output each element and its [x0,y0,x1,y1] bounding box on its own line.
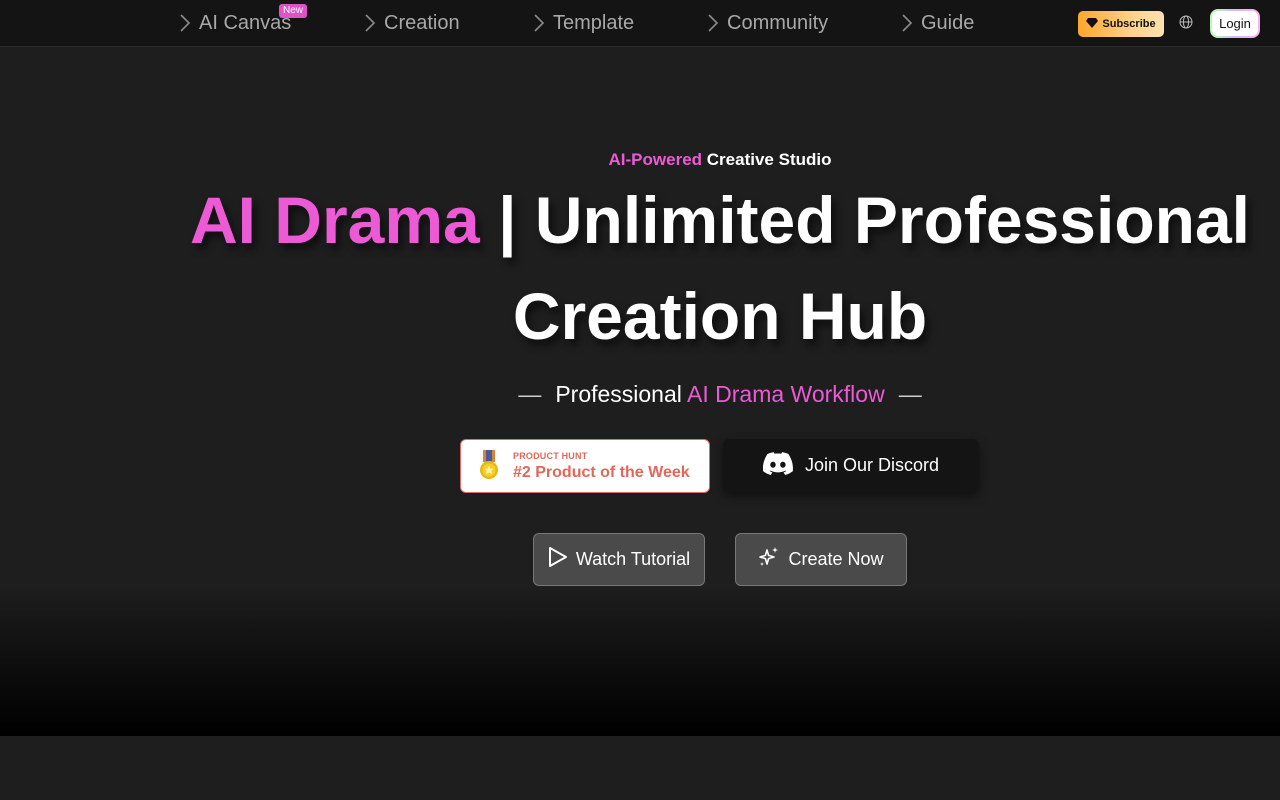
globe-icon [1179,15,1193,34]
product-hunt-label: PRODUCT HUNT [513,450,588,461]
nav-item-label: Community [727,11,829,34]
discord-label: Join Our Discord [804,455,940,475]
hero-tagline: AI-Powered Creative Studio [0,150,1280,170]
chevron-right-icon [364,13,376,33]
nav-item-guide[interactable]: Guide [901,0,974,46]
discord-icon [762,451,793,480]
nav-item-community[interactable]: Community [707,0,828,46]
product-hunt-rank: #2 Product of the Week [513,463,690,481]
nav-item-label: Template [553,11,635,34]
nav-item-template[interactable]: Template [533,0,634,46]
nav-item-label: AI Canvas [199,11,292,34]
subline-prefix: Professional [555,381,682,407]
discord-button[interactable]: Join Our Discord [723,439,979,492]
hero-headline: AI Drama | Unlimited Professional [0,182,1280,258]
subline-highlight: AI Drama Workflow [687,381,885,407]
chevron-right-icon [533,13,545,33]
nav-item-label: Guide [921,11,975,34]
subscribe-label: Subscribe [1102,18,1156,30]
login-button[interactable]: Login [1210,9,1260,38]
top-navigation: AI Canvas New Creation Template Communit… [0,0,1280,47]
tagline-rest: Creative Studio [706,150,832,169]
product-hunt-badge[interactable]: PRODUCT HUNT #2 Product of the Week [460,439,710,493]
nav-item-label: Creation [384,11,460,34]
sparkles-icon [758,546,780,573]
create-now-button[interactable]: Create Now [735,533,907,586]
nav-item-creation[interactable]: Creation [364,0,460,46]
page-footer-area [0,736,1280,800]
diamond-icon [1086,17,1099,31]
chevron-right-icon [179,13,191,33]
hero-headline-line2: Creation Hub [512,279,928,353]
create-now-label: Create Now [788,549,884,569]
nav-item-ai-canvas[interactable]: AI Canvas New [179,0,308,46]
headline-highlight: AI Drama [189,183,480,257]
subscribe-button[interactable]: Subscribe [1078,11,1164,37]
play-icon [548,546,568,573]
watch-tutorial-button[interactable]: Watch Tutorial [533,533,705,586]
chevron-right-icon [707,13,719,33]
dash-right: — [898,381,922,407]
tagline-highlight: AI-Powered [608,150,703,169]
chevron-right-icon [901,13,913,33]
language-button[interactable] [1176,14,1196,34]
dash-left: — [518,381,542,407]
hero-section: AI-Powered Creative Studio AI Drama | Un… [0,48,1280,736]
hero-subline: — Professional AI Drama Workflow — [0,381,1280,408]
headline-rest: | Unlimited Professional [498,183,1251,257]
new-badge: New [279,4,308,18]
watch-tutorial-label: Watch Tutorial [575,549,691,569]
medal-icon [477,450,501,482]
